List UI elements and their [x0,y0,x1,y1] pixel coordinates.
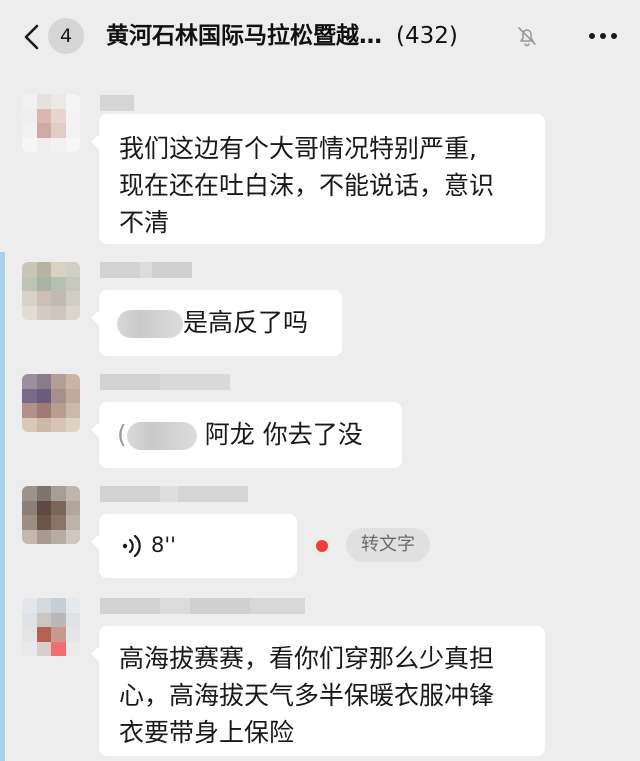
message-item: 8'' 转文字 [0,480,640,584]
message-item: 是高反了吗 [0,256,640,360]
more-options-icon[interactable] [586,24,620,48]
message-line: 现在还在吐白沫，不能说话，意识 [119,171,495,200]
chat-title: 黄河石林国际马拉松暨越… (432) [106,20,511,52]
avatar[interactable] [22,262,80,320]
message-prefix: ( [117,420,127,449]
sender-name-blurred [100,486,248,502]
chevron-left-icon[interactable] [18,22,48,52]
voice-duration: 8'' [151,533,176,557]
sender-name-blurred [100,374,230,390]
voice-wave-icon [122,534,141,558]
blurred-mention [117,310,183,338]
group-name: 黄河石林国际马拉松暨越… [106,23,382,49]
message-item: 我们这边有个大哥情况特别严重, 现在还在吐白沫，不能说话，意识 不清 [0,88,640,248]
sender-name-blurred [100,95,134,111]
message-bubble[interactable]: 高海拔赛赛，看你们穿那么少真担 心，高海拔天气多半保暖衣服冲锋 衣要带身上保险 [91,626,545,756]
sender-name-blurred [100,262,192,278]
message-bubble[interactable]: 我们这边有个大哥情况特别严重, 现在还在吐白沫，不能说话，意识 不清 [91,114,545,244]
message-line: 高海拔赛赛，看你们穿那么少真担 [119,644,495,673]
avatar[interactable] [22,94,80,152]
message-bubble[interactable]: ( 阿龙 你去了没 [91,402,402,468]
message-line: 不清 [119,208,170,237]
member-count: (432) [396,23,458,49]
message-text: 是高反了吗 [183,308,309,337]
avatar[interactable] [22,598,80,656]
message-line: 我们这边有个大哥情况特别严重, [119,134,477,163]
avatar[interactable] [22,486,80,544]
message-text: 阿龙 你去了没 [204,420,363,449]
voice-message-bubble[interactable]: 8'' [91,514,297,578]
chat-header: 4 黄河石林国际马拉松暨越… (432) [0,0,640,74]
blurred-mention [126,422,197,450]
message-bubble[interactable]: 是高反了吗 [91,290,342,356]
convert-to-text-button[interactable]: 转文字 [346,528,430,562]
message-line: 衣要带身上保险 [119,718,295,747]
message-item: ( 阿龙 你去了没 [0,368,640,472]
message-item: 高海拔赛赛，看你们穿那么少真担 心，高海拔天气多半保暖衣服冲锋 衣要带身上保险 [0,592,640,761]
sender-name-blurred [100,598,305,614]
unread-count-badge[interactable]: 4 [48,18,84,54]
unread-voice-dot [316,540,328,552]
message-line: 心，高海拔天气多半保暖衣服冲锋 [119,681,495,710]
avatar[interactable] [22,374,80,432]
bell-slash-icon [518,27,536,47]
